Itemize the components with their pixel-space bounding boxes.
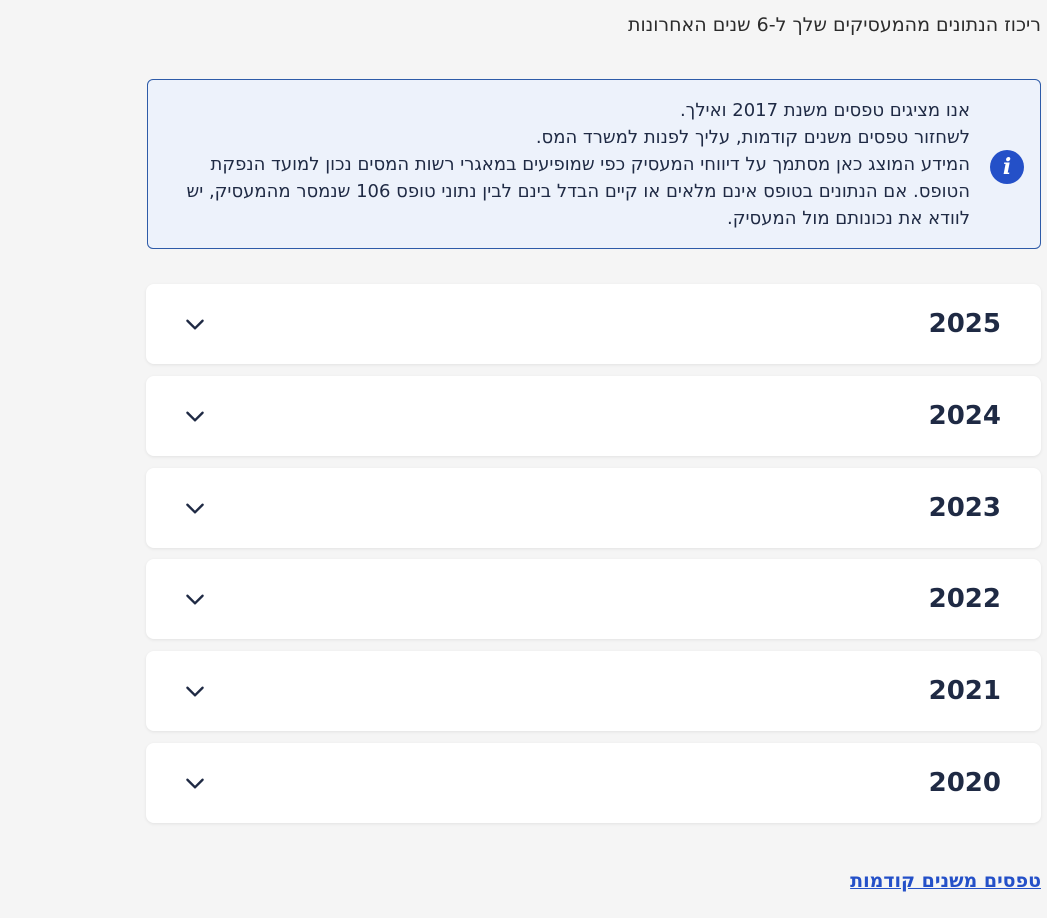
year-label: 2022 — [928, 584, 1001, 614]
intro-text: ריכוז הנתונים מהמעסיקים שלך ל-6 שנים האח… — [627, 14, 1041, 36]
previous-years-link[interactable]: טפסים משנים קודמות — [850, 870, 1041, 892]
page: ריכוז הנתונים מהמעסיקים שלך ל-6 שנים האח… — [0, 0, 1047, 918]
year-label: 2020 — [928, 768, 1001, 798]
chevron-down-icon — [186, 686, 204, 697]
year-label: 2025 — [928, 309, 1001, 339]
info-line-years: אנו מציגים טפסים משנת 2017 ואילך. — [679, 100, 970, 121]
year-label: 2021 — [928, 676, 1001, 706]
chevron-down-icon — [186, 594, 204, 605]
year-accordion-2023[interactable]: 2023 — [146, 468, 1041, 548]
info-icon: i — [990, 150, 1024, 184]
info-text: אנו מציגים טפסים משנת 2017 ואילך. לשחזור… — [180, 97, 970, 232]
chevron-down-icon — [186, 411, 204, 422]
year-accordion-2025[interactable]: 2025 — [146, 284, 1041, 364]
year-accordion-2020[interactable]: 2020 — [146, 743, 1041, 823]
info-line-restore: לשחזור טפסים משנים קודמות, עליך לפנות למ… — [535, 127, 970, 148]
year-label: 2024 — [928, 401, 1001, 431]
info-box: i אנו מציגים טפסים משנת 2017 ואילך. לשחז… — [147, 79, 1041, 249]
chevron-down-icon — [186, 778, 204, 789]
chevron-down-icon — [186, 503, 204, 514]
year-label: 2023 — [928, 493, 1001, 523]
info-line-disclaimer: המידע המוצג כאן מסתמך על דיווחי המעסיק כ… — [186, 154, 970, 229]
year-accordion-2022[interactable]: 2022 — [146, 559, 1041, 639]
year-accordion-2024[interactable]: 2024 — [146, 376, 1041, 456]
year-accordion-2021[interactable]: 2021 — [146, 651, 1041, 731]
chevron-down-icon — [186, 319, 204, 330]
